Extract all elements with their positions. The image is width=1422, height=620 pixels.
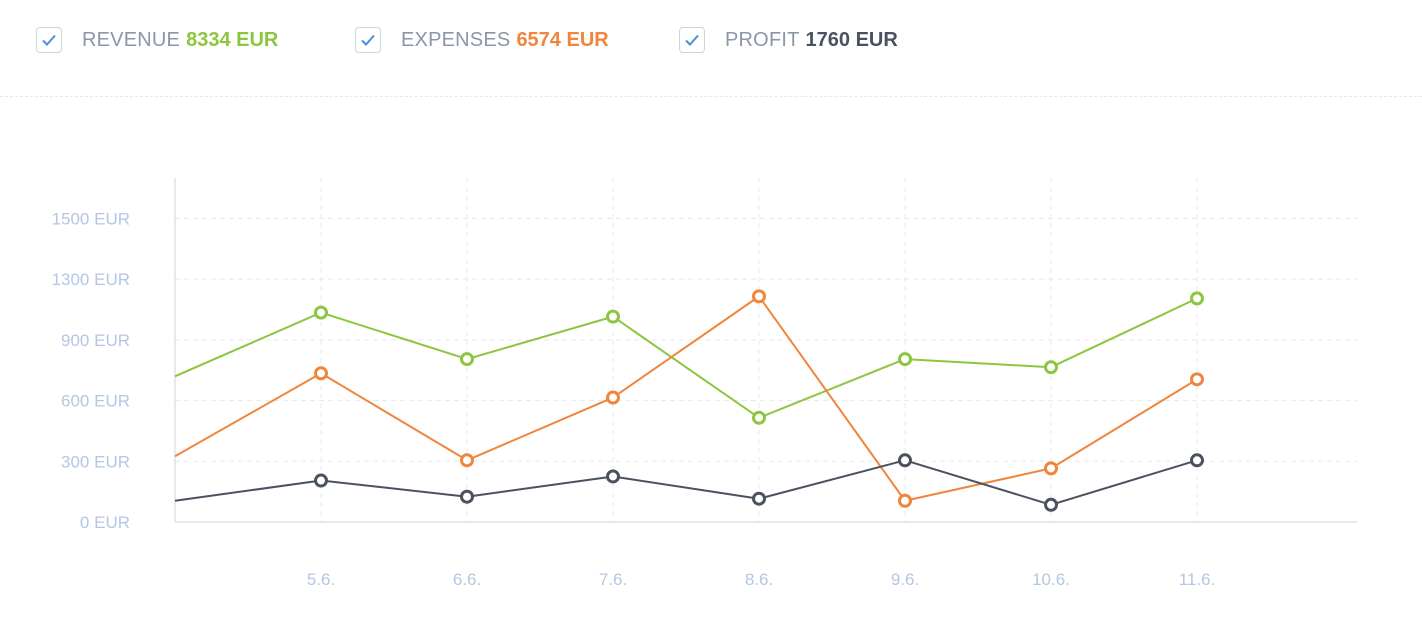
- revenue-data-point: [898, 352, 912, 367]
- revenue-data-point: [606, 309, 620, 324]
- profit-data-point: [1044, 497, 1058, 512]
- x-tick-label: 10.6.: [1032, 570, 1070, 589]
- revenue-data-point: [1190, 291, 1204, 306]
- y-tick-label: 1300 EUR: [52, 270, 130, 289]
- profit-data-point: [314, 473, 328, 488]
- x-tick-label: 7.6.: [599, 570, 627, 589]
- profit-series-line: [174, 459, 1198, 506]
- profit-data-point: [752, 491, 766, 506]
- expenses-data-point: [752, 289, 766, 304]
- expenses-data-point: [1190, 372, 1204, 387]
- expenses-data-point: [606, 390, 620, 405]
- expenses-data-point: [460, 453, 474, 468]
- x-tick-label: 9.6.: [891, 570, 919, 589]
- profit-data-point: [1190, 453, 1204, 468]
- x-tick-label: 8.6.: [745, 570, 773, 589]
- y-tick-label: 1500 EUR: [52, 209, 130, 228]
- line-chart: 0 EUR 300 EUR 600 EUR 900 EUR 1300 EUR 1500 E…: [52, 178, 1357, 589]
- y-tick-label: 600 EUR: [61, 392, 130, 411]
- expenses-data-point: [1044, 461, 1058, 476]
- revenue-data-point: [1044, 360, 1058, 375]
- y-tick-label: 900 EUR: [61, 331, 130, 350]
- profit-data-point: [460, 489, 474, 504]
- y-tick-label: 0 EUR: [80, 513, 130, 532]
- y-tick-label: 300 EUR: [61, 452, 130, 471]
- profit-data-point: [898, 453, 912, 468]
- expenses-data-point: [898, 493, 912, 508]
- expenses-data-point: [314, 366, 328, 381]
- x-tick-label: 11.6.: [1179, 570, 1216, 589]
- profit-data-point: [606, 469, 620, 484]
- revenue-data-point: [460, 352, 474, 367]
- expenses-series-line: [174, 295, 1198, 502]
- x-tick-label: 6.6.: [453, 570, 481, 589]
- revenue-series-line: [174, 297, 1198, 419]
- x-tick-label: 5.6.: [307, 570, 335, 589]
- revenue-data-point: [314, 305, 328, 320]
- revenue-data-point: [752, 410, 766, 425]
